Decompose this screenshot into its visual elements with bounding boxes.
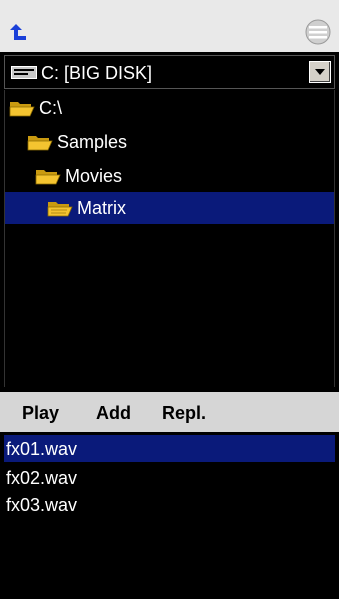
tree-item-samples[interactable]: Samples (5, 126, 334, 158)
hard-drive-icon (11, 66, 37, 79)
replace-button[interactable]: Repl. (162, 401, 206, 425)
tree-item-movies[interactable]: Movies (5, 160, 334, 192)
tree-item-matrix[interactable]: Matrix (5, 192, 334, 224)
file-list: fx01.wav fx02.wav fx03.wav (4, 433, 335, 599)
folder-open-icon (27, 136, 53, 151)
tree-item-label: Matrix (77, 198, 126, 218)
file-label: fx02.wav (6, 468, 78, 488)
drive-dropdown-button[interactable] (309, 61, 331, 83)
chevron-down-icon (315, 69, 325, 75)
up-folder-button[interactable] (8, 22, 30, 42)
tree-item-root[interactable]: C:\ (5, 92, 334, 124)
action-bar: Play Add Repl. (0, 392, 339, 432)
up-arrow-icon (10, 24, 26, 40)
drive-label: C: [BIG DISK] (41, 63, 153, 83)
menu-button[interactable] (303, 18, 333, 46)
play-button[interactable]: Play (22, 401, 59, 425)
top-toolbar (0, 0, 339, 52)
folder-open-icon (9, 102, 35, 117)
tree-item-label: Samples (57, 132, 128, 152)
tree-item-label: Movies (65, 166, 123, 186)
tree-item-label: C:\ (39, 98, 63, 118)
file-row[interactable]: fx03.wav (4, 491, 335, 518)
file-row[interactable]: fx02.wav (4, 464, 335, 491)
add-button[interactable]: Add (96, 401, 131, 425)
folder-open-icon (35, 170, 61, 185)
menu-icon (305, 19, 331, 45)
folder-open-icon (47, 202, 73, 217)
file-label: fx03.wav (6, 495, 78, 515)
drive-selector[interactable]: C: [BIG DISK] (4, 55, 335, 89)
folder-tree: C:\ Samples Movies Matrix (4, 90, 335, 387)
file-label: fx01.wav (6, 439, 78, 459)
file-row[interactable]: fx01.wav (4, 435, 335, 462)
